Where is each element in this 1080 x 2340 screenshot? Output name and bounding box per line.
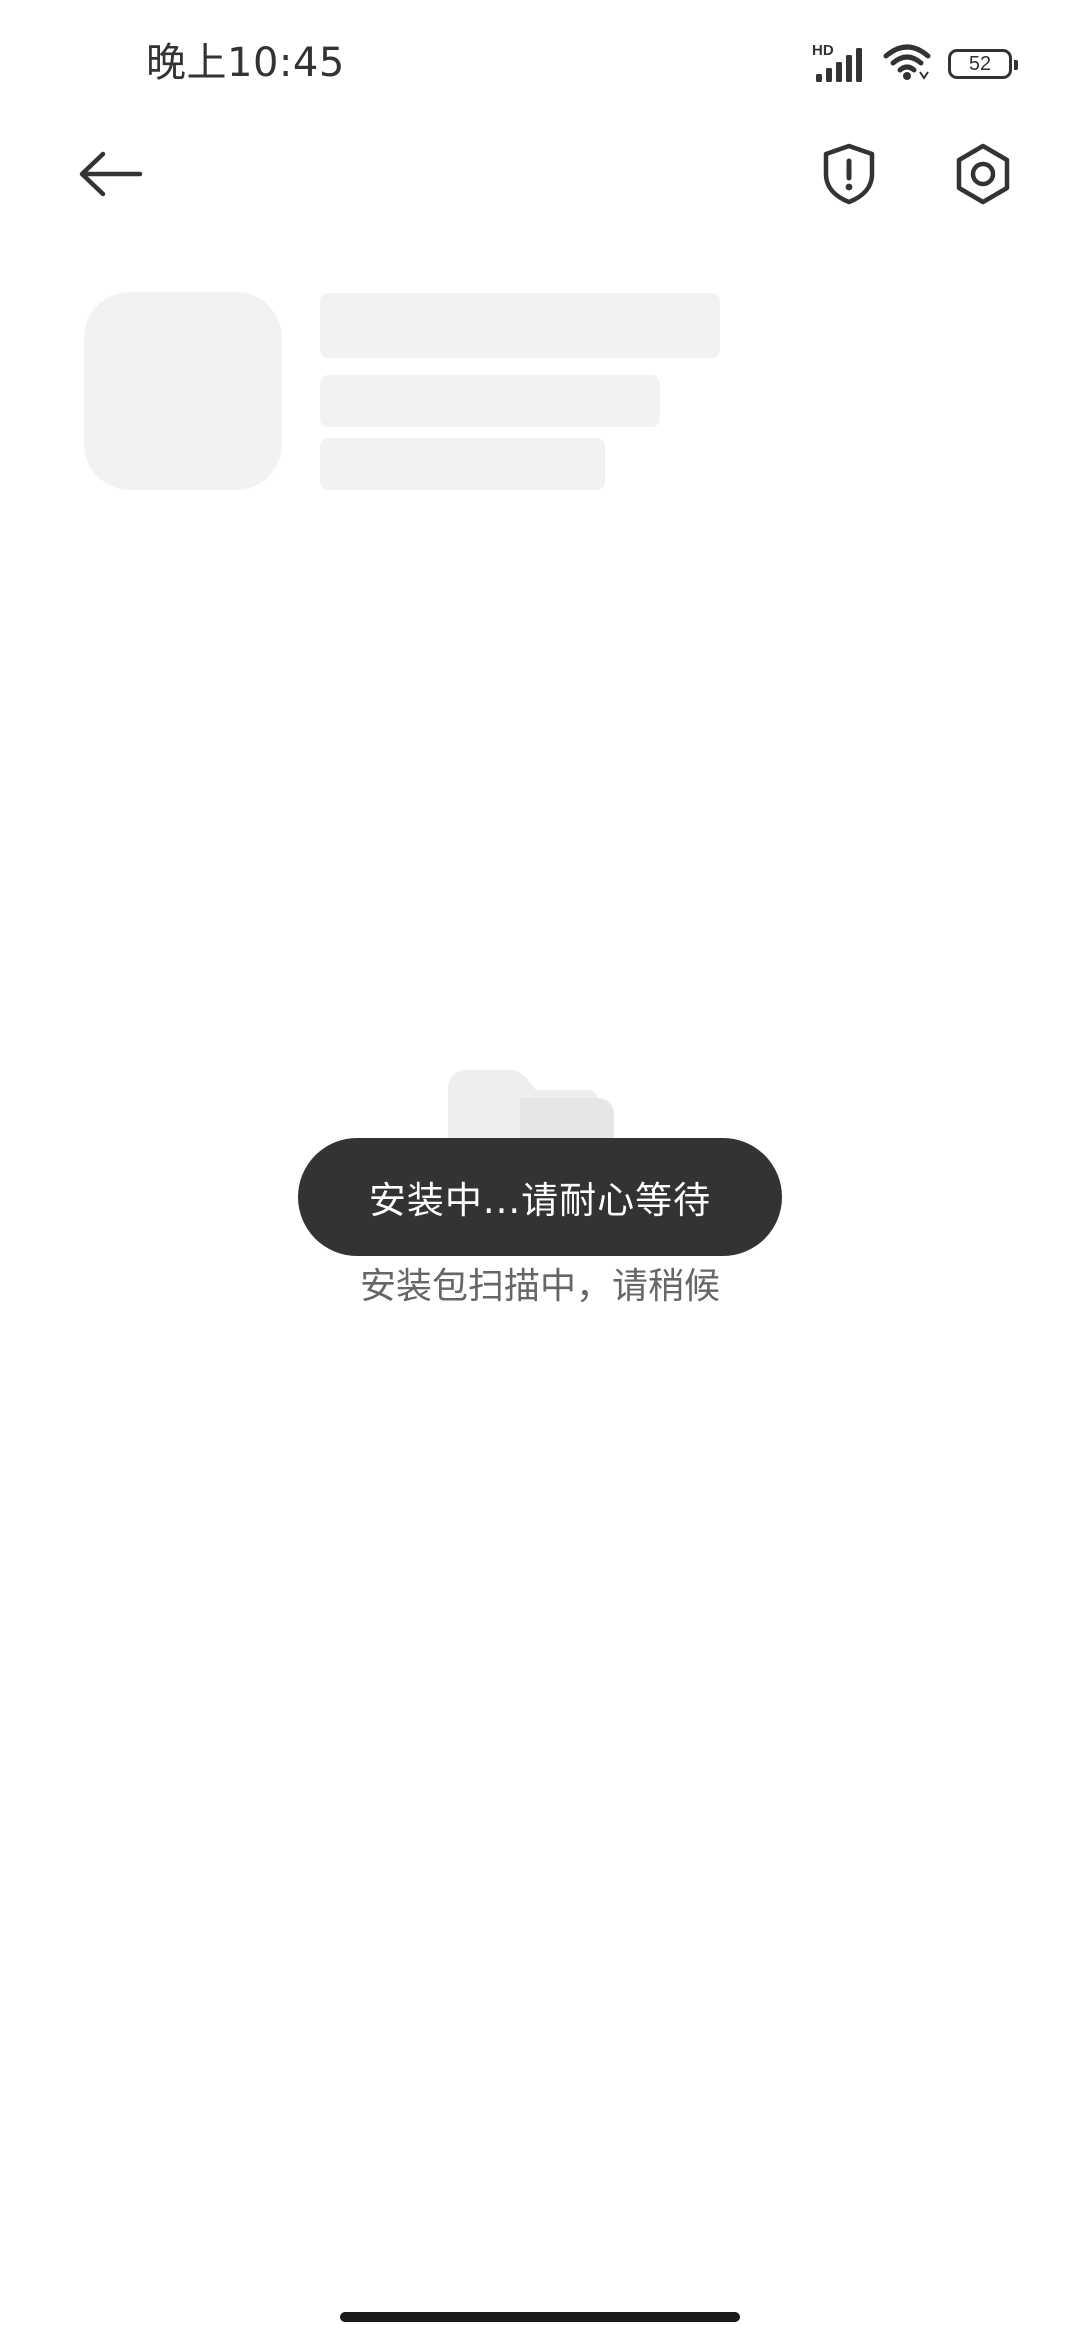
security-button[interactable] (810, 136, 888, 216)
back-arrow-icon (77, 150, 143, 202)
settings-button[interactable] (944, 136, 1022, 216)
wifi-icon (882, 42, 932, 86)
status-time: 晚上10:45 (146, 40, 345, 86)
back-button[interactable] (70, 140, 150, 212)
status-icons: HD 52 (810, 42, 1018, 86)
scan-status-text: 安装包扫描中，请稍候 (359, 1266, 720, 1307)
battery-icon: 52 (948, 49, 1018, 79)
battery-level: 52 (968, 52, 992, 75)
toast-message: 安装中...请耐心等待 (368, 1179, 712, 1222)
shield-alert-icon (821, 142, 877, 210)
app-info-placeholder (320, 375, 660, 427)
app-detail-placeholder (320, 438, 605, 490)
app-name-placeholder (320, 293, 720, 358)
gear-icon (953, 142, 1013, 210)
home-indicator[interactable] (340, 2312, 740, 2322)
install-toast: 安装中...请耐心等待 (298, 1138, 782, 1256)
signal-icon: HD (810, 42, 866, 84)
status-bar: 晚上10:45 HD 52 (0, 0, 1080, 130)
app-icon-placeholder (84, 292, 282, 490)
